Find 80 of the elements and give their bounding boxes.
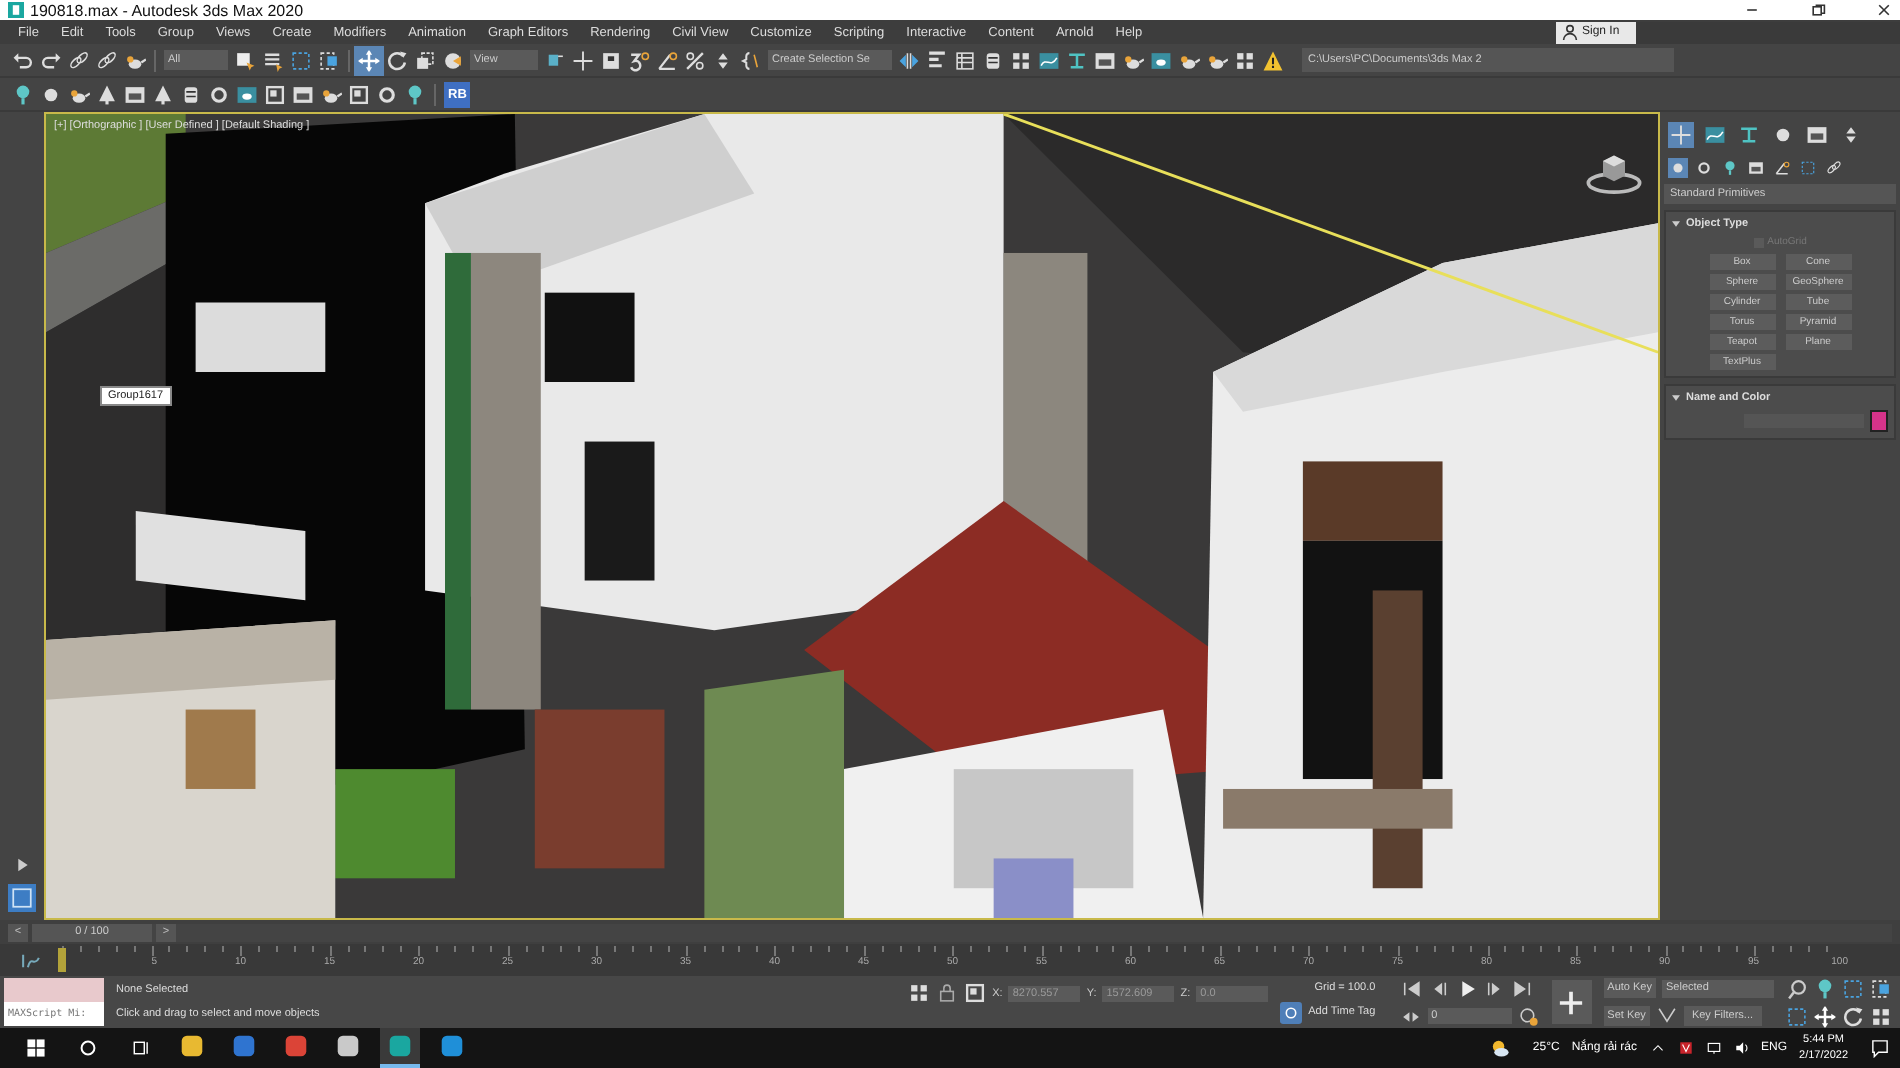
orbit-icon[interactable]	[1842, 1005, 1864, 1027]
palette-icon	[336, 1034, 360, 1058]
browser-icon	[440, 1034, 464, 1058]
move-icon[interactable]	[358, 49, 380, 71]
curve-icon[interactable]	[20, 949, 42, 971]
bulb-icon[interactable]	[12, 83, 34, 105]
collapse-icon[interactable]	[1672, 394, 1680, 402]
plus-icon	[1558, 989, 1585, 1015]
ring-icon[interactable]	[208, 83, 230, 105]
percent-icon[interactable]	[684, 49, 706, 71]
table-icon[interactable]	[954, 49, 976, 71]
modify-icon[interactable]	[1702, 122, 1728, 148]
dot-icon[interactable]	[40, 83, 62, 105]
select-by-name-icon[interactable]	[262, 49, 284, 71]
frame-icon[interactable]	[292, 83, 314, 105]
set-key-button[interactable]	[1551, 980, 1592, 1024]
layers-icon[interactable]	[180, 83, 202, 105]
chat-icon	[232, 1034, 256, 1058]
layers-icon[interactable]	[982, 49, 1004, 71]
material-icon[interactable]	[1094, 49, 1116, 71]
snap-icon[interactable]	[628, 49, 650, 71]
tag-icon[interactable]	[1280, 1001, 1303, 1023]
cross-icon[interactable]	[572, 49, 594, 71]
select-object-icon[interactable]	[234, 49, 256, 71]
shapes-icon[interactable]	[1694, 158, 1714, 178]
speaker-icon[interactable]	[1733, 1040, 1750, 1056]
zoom-icon[interactable]	[1786, 977, 1808, 999]
browser-icon	[284, 1034, 308, 1058]
spacewarp-icon[interactable]	[1798, 158, 1818, 178]
go-to-end-icon[interactable]	[1511, 977, 1534, 999]
ring-icon[interactable]	[376, 83, 398, 105]
tree-icon[interactable]	[96, 83, 118, 105]
close-icon[interactable]	[1876, 2, 1892, 18]
redo-icon[interactable]	[40, 49, 62, 71]
color-swatch[interactable]	[1870, 410, 1888, 432]
go-to-start-icon[interactable]	[1399, 977, 1422, 999]
grid-icon[interactable]	[1234, 49, 1256, 71]
helper-icon[interactable]	[1772, 158, 1792, 178]
edit-selection-icon[interactable]	[740, 49, 762, 71]
key-filter-icon[interactable]	[1655, 1004, 1678, 1026]
window-icon[interactable]	[264, 83, 286, 105]
scale-icon[interactable]	[414, 49, 436, 71]
pan-icon[interactable]	[1814, 1005, 1836, 1027]
curve-editor-icon[interactable]	[1038, 49, 1060, 71]
grid-icon[interactable]	[1010, 49, 1032, 71]
angle-snap-icon[interactable]	[656, 49, 678, 71]
link-icon[interactable]	[68, 49, 90, 71]
systems-icon[interactable]	[1824, 158, 1844, 178]
warning-icon[interactable]	[1262, 49, 1284, 71]
display-icon[interactable]	[1804, 122, 1830, 148]
shield-icon[interactable]	[1677, 1040, 1694, 1056]
view-cube-icon[interactable]	[1586, 150, 1642, 194]
lock-icon[interactable]	[936, 982, 959, 1004]
chevron-up-icon[interactable]	[1649, 1040, 1666, 1056]
undo-icon[interactable]	[12, 49, 34, 71]
window-title: 190818.max - Autodesk 3ds Max 2020	[30, 1, 304, 19]
folder-icon	[180, 1034, 204, 1058]
render-icon[interactable]	[1150, 49, 1172, 71]
taskbar-app[interactable]	[380, 1028, 420, 1068]
viewport-layout-icon[interactable]	[8, 884, 36, 912]
window-icon[interactable]	[348, 83, 370, 105]
window-crossing-icon[interactable]	[318, 49, 340, 71]
plus-icon[interactable]	[1668, 122, 1694, 148]
schematic-icon[interactable]	[1066, 49, 1088, 71]
zoom-extents-all-icon[interactable]	[1870, 977, 1892, 999]
mirror-icon[interactable]	[898, 49, 920, 71]
link-icon[interactable]	[96, 49, 118, 71]
hierarchy-icon[interactable]	[1736, 122, 1762, 148]
align-icon[interactable]	[926, 49, 948, 71]
tree-icon[interactable]	[152, 83, 174, 105]
collapse-icon[interactable]	[1672, 220, 1680, 228]
frame-icon[interactable]	[124, 83, 146, 105]
app-icon	[388, 1034, 412, 1058]
rectangle-selection-icon[interactable]	[290, 49, 312, 71]
network-icon[interactable]	[1705, 1040, 1722, 1056]
bulb-icon[interactable]	[404, 83, 426, 105]
restore-icon[interactable]	[1810, 2, 1826, 18]
light-icon[interactable]	[1720, 158, 1740, 178]
render-icon[interactable]	[236, 83, 258, 105]
rotate-icon[interactable]	[386, 49, 408, 71]
